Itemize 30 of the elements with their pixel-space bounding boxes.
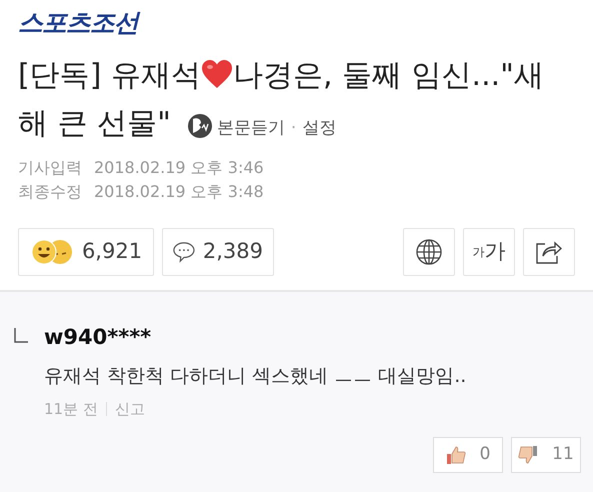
reaction-button[interactable]: 6,921 xyxy=(18,228,154,276)
date-label: 최종수정 xyxy=(18,182,82,201)
share-icon xyxy=(536,240,562,264)
headline: 나경은, 둘째 임신..."새 xyxy=(232,58,544,93)
comment-text: 유재석 착한척 다하더니 섹스했네 ㅡㅡ 대실망임.. xyxy=(44,364,468,388)
heart-icon xyxy=(200,59,233,89)
reply-icon xyxy=(14,328,28,344)
share-button[interactable] xyxy=(523,228,575,276)
dislike-button[interactable]: 11 xyxy=(511,436,581,472)
speaker-icon[interactable] xyxy=(186,113,213,139)
date-value: 2018.02.19 오후 3:48 xyxy=(94,182,264,201)
headline: 해 큰 선물" xyxy=(18,106,171,141)
comment-time: 11분 전 xyxy=(44,399,98,420)
logo: 스포츠조선 xyxy=(18,10,138,35)
emoji-faces-icon xyxy=(30,238,74,266)
headline: [단독] 유재석 xyxy=(18,58,201,93)
settings-link[interactable]: 설정 xyxy=(302,118,336,138)
thumbs-up-icon xyxy=(446,444,466,464)
date-label: 기사입력 xyxy=(18,158,82,177)
listen-link[interactable]: 본문듣기 xyxy=(216,118,285,138)
font-size-button[interactable]: 가가 xyxy=(463,228,515,276)
speech-bubble-icon xyxy=(173,241,195,263)
comment-button[interactable]: 2,389 xyxy=(162,228,274,276)
comment-author: w940**** xyxy=(44,324,152,351)
date-value: 2018.02.19 오후 3:46 xyxy=(94,158,264,177)
separator-dot: · xyxy=(290,118,296,138)
globe-button[interactable] xyxy=(403,228,455,276)
like-button[interactable]: 0 xyxy=(433,436,503,472)
thumbs-down-icon xyxy=(518,444,538,464)
globe-icon xyxy=(416,239,442,265)
